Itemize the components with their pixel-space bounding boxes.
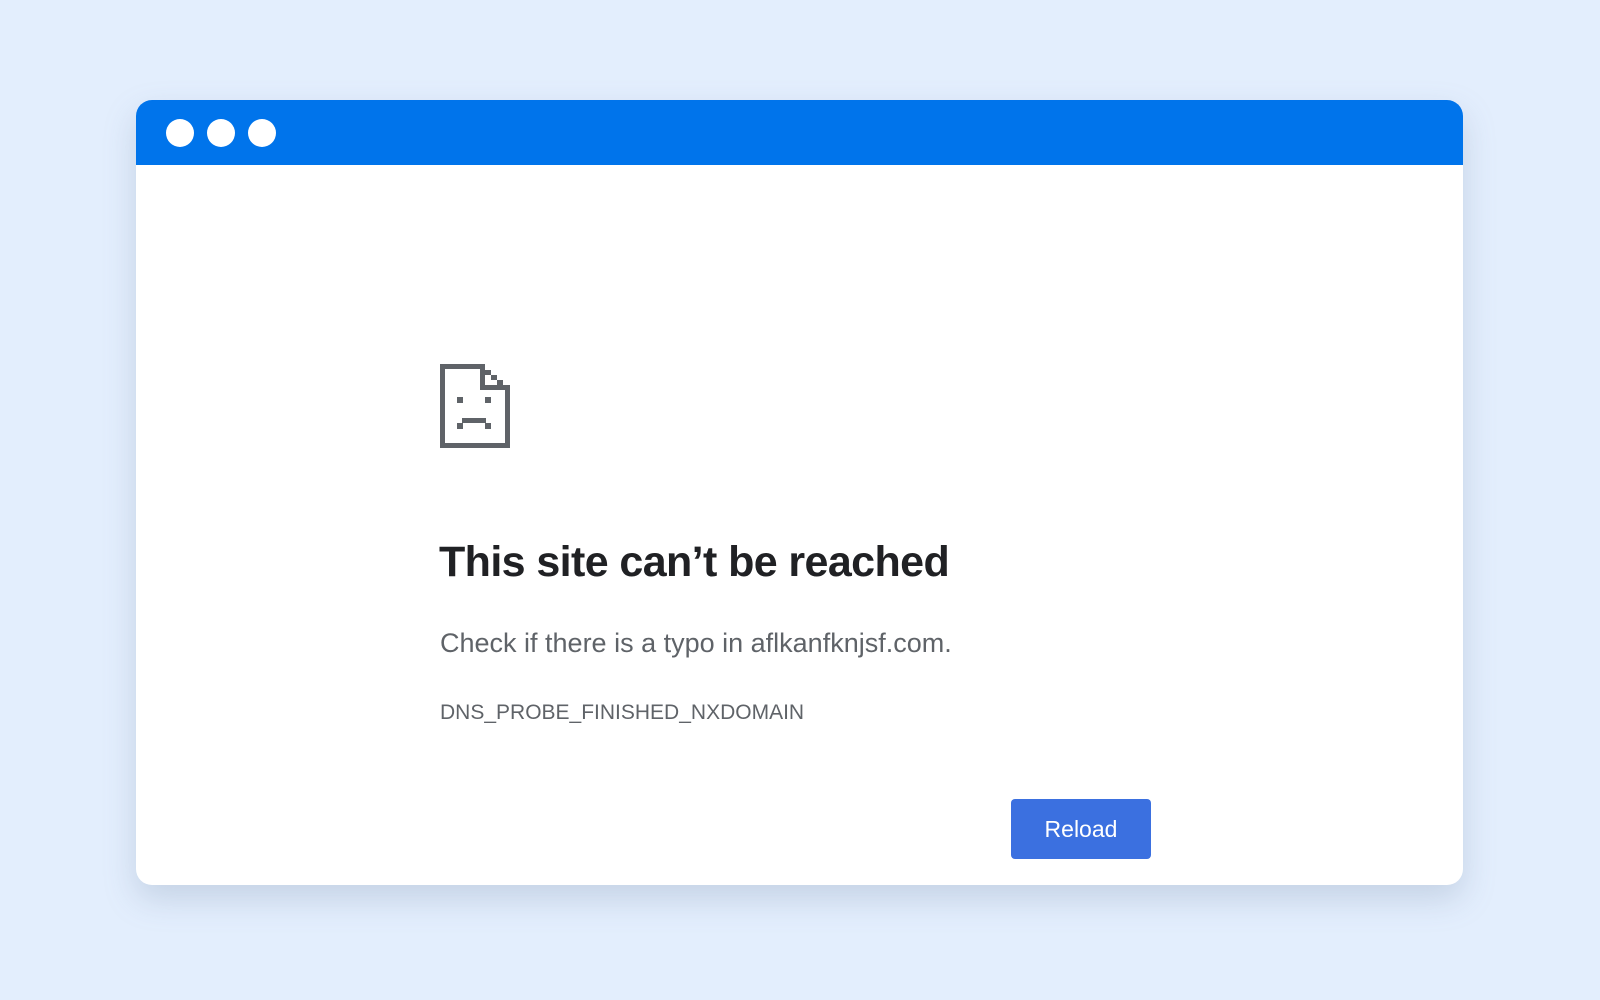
window-dot-icon[interactable]	[207, 119, 235, 147]
error-heading: This site can’t be reached	[439, 538, 950, 586]
window-titlebar	[136, 100, 1463, 165]
window-dot-icon[interactable]	[248, 119, 276, 147]
window-dot-icon[interactable]	[166, 119, 194, 147]
error-page: This site can’t be reached Check if ther…	[136, 165, 1463, 885]
error-code: DNS_PROBE_FINISHED_NXDOMAIN	[440, 701, 805, 724]
browser-window: This site can’t be reached Check if ther…	[136, 100, 1463, 885]
sad-page-icon	[440, 364, 510, 448]
error-message: Check if there is a typo in aflkanfknjsf…	[440, 628, 952, 658]
reload-button[interactable]: Reload	[1011, 799, 1151, 859]
